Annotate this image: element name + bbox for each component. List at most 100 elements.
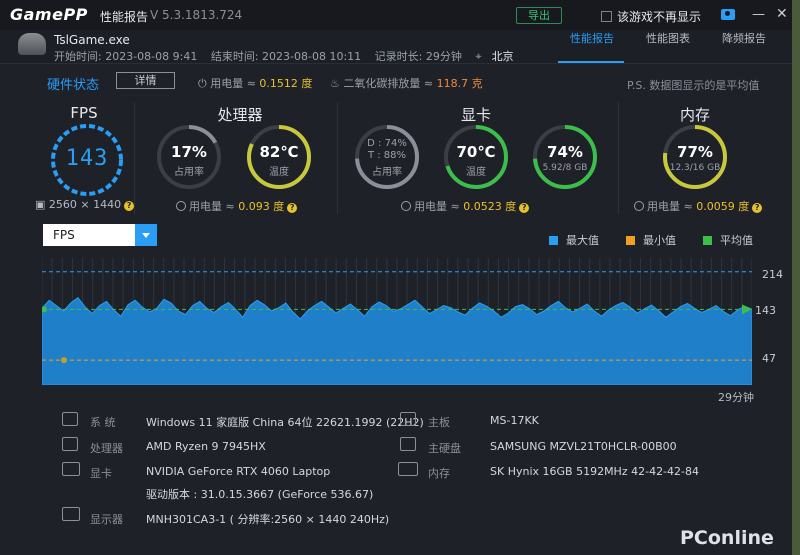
close-button[interactable]: ✕ [776, 6, 788, 22]
active-tab-indicator [558, 61, 624, 63]
session-meta: 开始时间: 2023-08-08 9:41 结束时间: 2023-08-08 1… [54, 48, 524, 64]
metric-select[interactable]: FPS [43, 224, 157, 246]
avg-line-label: 143 [755, 304, 776, 317]
min-marker [61, 357, 67, 364]
location-pin-icon: ⌖ [475, 50, 482, 63]
cpu-usage-label: 占用率 [174, 167, 204, 178]
fps-chart [42, 258, 752, 385]
fps-series-area [42, 297, 752, 385]
dont-show-label: 该游戏不再显示 [617, 10, 702, 24]
ram-usage-sub: 12.3/16 GB [669, 163, 721, 173]
report-header: TslGame.exe 开始时间: 2023-08-08 9:41 结束时间: … [0, 30, 792, 64]
screenshot-camera-icon[interactable] [721, 9, 735, 20]
city-label: 北京 [491, 50, 514, 63]
export-button[interactable]: 导出 [516, 7, 562, 24]
help-icon[interactable]: ? [124, 201, 135, 211]
disk-key: 主硬盘 [428, 442, 461, 455]
fps-value: 143 [65, 146, 109, 171]
game-name: TslGame.exe [54, 33, 130, 47]
legend-min: 最小值 [626, 232, 676, 248]
record-duration: 记录时长: 29分钟 [374, 50, 462, 63]
mem-value: SK Hynix 16GB 5192MHz 42-42-42-84 [490, 465, 699, 478]
display-value: MNH301CA3-1 ( 分辨率:2560 × 1440 240Hz) [146, 513, 390, 526]
divider [337, 102, 338, 214]
average-note: P.S. 数据图显示的是平均值 [627, 79, 760, 92]
start-time: 开始时间: 2023-08-08 9:41 [54, 50, 198, 63]
report-window: GamePP 性能报告 V 5.3.1813.724 导出 该游戏不再显示 — … [0, 0, 792, 555]
power-icon [634, 201, 644, 211]
gpu-d-usage: D : 74% [367, 138, 407, 149]
legend-max: 最大值 [549, 232, 599, 248]
gpu-usage-label: 占用率 [372, 167, 402, 178]
window-title: 性能报告 [100, 10, 149, 24]
motherboard-icon [400, 412, 416, 426]
pconline-watermark: PConline [680, 527, 774, 549]
hardware-status-title: 硬件状态 [47, 78, 100, 93]
total-power: ⏻ 用电量 ≈ 0.1512 度 [198, 77, 313, 90]
gpu-value: NVIDIA GeForce RTX 4060 Laptop [146, 465, 331, 478]
checkbox-box[interactable] [601, 11, 612, 22]
legend-swatch [626, 236, 635, 245]
power-icon: ⏻ [198, 77, 211, 90]
gpu-temp-label: 温度 [466, 167, 486, 178]
min-line-label: 47 [762, 352, 776, 365]
gpu-icon [62, 462, 80, 476]
board-value: MS-17KK [490, 414, 539, 427]
legend-swatch [549, 236, 558, 245]
title-bar: GamePP 性能报告 V 5.3.1813.724 导出 该游戏不再显示 — … [0, 0, 792, 30]
gpu-mem-value: 74% [547, 143, 583, 161]
tab-performance-report[interactable]: 性能报告 [570, 30, 614, 46]
cpu-key: 处理器 [90, 442, 123, 455]
help-icon[interactable]: ? [519, 203, 530, 213]
os-key: 系 统 [90, 416, 116, 429]
driver-value: 驱动版本 : 31.0.15.3667 (GeForce 536.67) [146, 488, 374, 501]
help-icon[interactable]: ? [287, 203, 298, 213]
co2-icon: ♨ [330, 77, 344, 90]
gamepp-logo: GamePP [10, 5, 88, 24]
minimize-button[interactable]: — [752, 7, 765, 22]
disk-icon [400, 437, 416, 451]
divider [134, 102, 135, 214]
gpu-key: 显卡 [90, 467, 112, 480]
gpu-power: 用电量 ≈ 0.0523 度? [401, 198, 530, 214]
windows-icon [62, 412, 78, 426]
power-icon [401, 201, 411, 211]
cpu-value: AMD Ryzen 9 7945HX [146, 440, 266, 453]
gpu-t-usage: T : 88% [367, 150, 407, 161]
memory-icon [398, 462, 418, 476]
game-avatar [18, 33, 46, 55]
resolution-label: ▣ 2560 × 1440? [35, 198, 135, 211]
co2-emission: ♨ 二氧化碳排放量 ≈ 118.7 克 [330, 77, 483, 90]
version-label: V 5.3.1813.724 [150, 8, 243, 22]
tab-throttle-report[interactable]: 降频报告 [722, 30, 766, 46]
cpu-icon [62, 437, 78, 451]
cpu-temp-label: 温度 [269, 167, 289, 178]
help-icon[interactable]: ? [752, 203, 763, 213]
os-value: Windows 11 家庭版 China 64位 22621.1992 (22H… [146, 416, 424, 429]
cpu-power: 用电量 ≈ 0.093 度? [176, 198, 298, 214]
dont-show-checkbox[interactable]: 该游戏不再显示 [601, 8, 701, 25]
metric-select-value: FPS [53, 228, 75, 242]
divider [618, 102, 619, 214]
chart-duration-label: 29分钟 [718, 391, 754, 404]
end-time: 结束时间: 2023-08-08 10:11 [210, 50, 362, 63]
monitor-icon [62, 507, 80, 521]
ram-usage-value: 77% [677, 143, 713, 161]
legend-swatch [703, 236, 712, 245]
chevron-down-icon[interactable] [135, 224, 157, 246]
tab-performance-chart[interactable]: 性能图表 [646, 30, 690, 46]
gpu-temp-value: 70℃ [456, 143, 496, 161]
ram-power: 用电量 ≈ 0.0059 度? [634, 198, 763, 214]
cpu-temp-value: 82℃ [259, 143, 299, 161]
max-line-label: 214 [762, 268, 783, 281]
monitor-icon: ▣ [35, 198, 49, 211]
disk-value: SAMSUNG MZVL21T0HCLR-00B00 [490, 440, 677, 453]
legend-avg: 平均值 [703, 232, 753, 248]
power-icon [176, 201, 186, 211]
total-power-value: 0.1512 度 [259, 77, 313, 90]
co2-value: 118.7 克 [436, 77, 483, 90]
gpu-mem-sub: 5.92/8 GB [542, 163, 588, 173]
detail-button[interactable]: 详情 [116, 72, 175, 89]
display-key: 显示器 [90, 513, 123, 526]
board-key: 主板 [428, 416, 450, 429]
